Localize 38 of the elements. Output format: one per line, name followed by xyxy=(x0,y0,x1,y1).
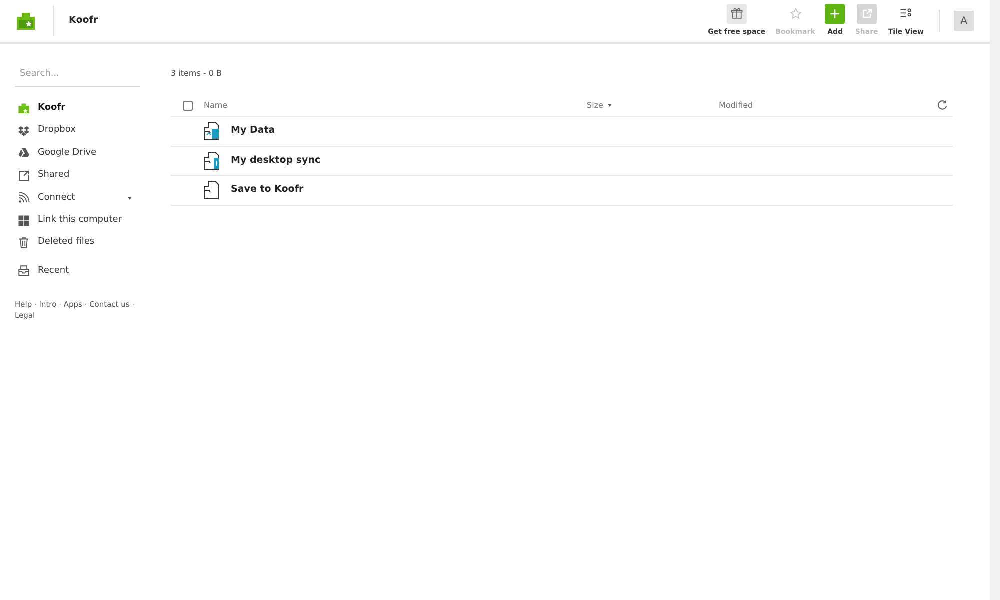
column-header[interactable]: Name xyxy=(204,100,587,112)
connect-icon xyxy=(18,192,30,204)
koofr-logo-icon xyxy=(15,11,37,31)
computer-icon xyxy=(18,214,30,227)
items-summary: 3 items - 0 B xyxy=(171,68,223,80)
refresh-icon[interactable] xyxy=(937,100,948,111)
folder-icon xyxy=(203,150,221,171)
drive-icon xyxy=(18,147,30,160)
sidebar-item[interactable]: Koofr xyxy=(15,98,140,120)
folder-name[interactable]: My desktop sync xyxy=(231,154,321,168)
sidebar-item[interactable]: Dropbox xyxy=(15,120,140,142)
sidebar-item[interactable]: Google Drive xyxy=(15,142,140,165)
sidebar-item[interactable]: Shared xyxy=(15,164,140,188)
search-field[interactable]: Search... xyxy=(15,66,140,86)
column-header[interactable]: Modified xyxy=(719,100,937,112)
trash-icon xyxy=(18,237,30,250)
select-all-checkbox[interactable] xyxy=(183,100,193,110)
recent-icon xyxy=(18,265,30,278)
folder-name[interactable]: My Data xyxy=(231,124,276,138)
shared-icon xyxy=(18,170,30,182)
dropbox-icon xyxy=(18,125,30,138)
add-icon xyxy=(828,7,842,22)
avatar[interactable]: A xyxy=(954,11,974,31)
sidebar-item[interactable]: Connect xyxy=(15,187,140,210)
sort-caret-icon xyxy=(608,104,612,107)
scrollbar[interactable] xyxy=(990,0,1000,600)
caret-icon[interactable] xyxy=(128,196,132,200)
column-header[interactable]: Size xyxy=(587,100,719,112)
sidebar-item[interactable]: Recent xyxy=(15,260,140,283)
gift-icon xyxy=(730,7,744,22)
folder-icon xyxy=(203,121,221,142)
sidebar-item[interactable]: Link this computer xyxy=(15,209,140,232)
sidebar-item[interactable]: Deleted files xyxy=(15,232,140,254)
folder-icon xyxy=(203,180,221,200)
star-icon xyxy=(788,7,802,22)
header-title: Koofr xyxy=(53,6,98,36)
folder-name[interactable]: Save to Koofr xyxy=(231,183,304,198)
koofr-icon xyxy=(18,102,30,115)
